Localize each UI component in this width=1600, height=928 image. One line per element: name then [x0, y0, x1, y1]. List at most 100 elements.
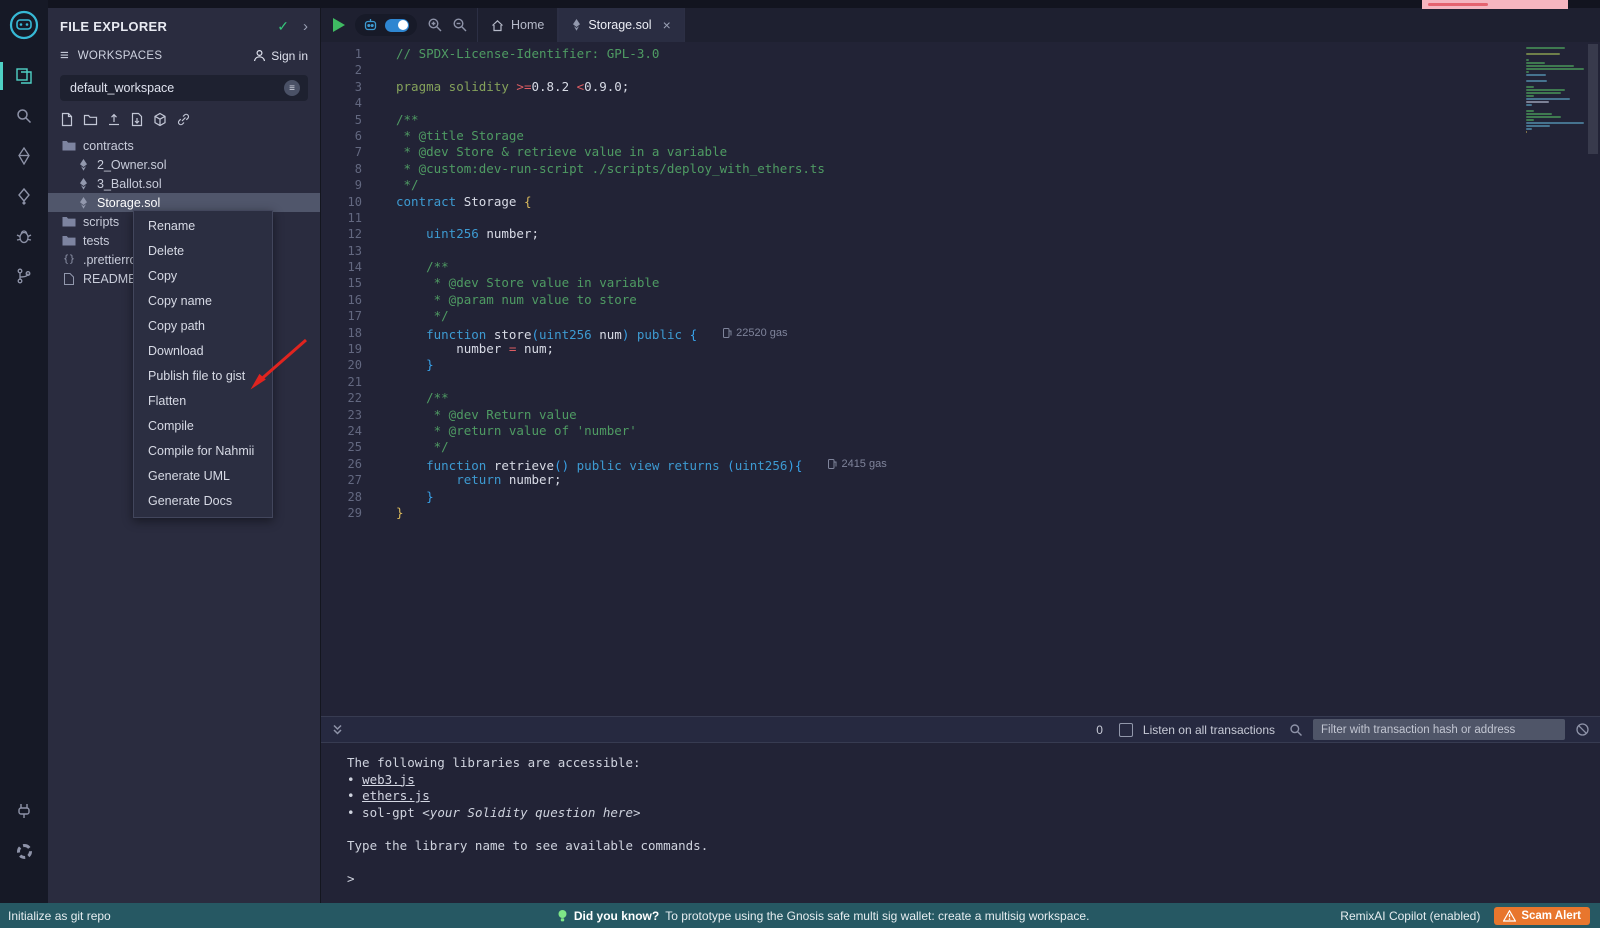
folder-open-icon [62, 140, 76, 151]
code-line [396, 243, 1600, 259]
import-file-icon[interactable] [130, 112, 144, 127]
context-menu-item-copy-name[interactable]: Copy name [134, 289, 272, 314]
tree-item-label: 2_Owner.sol [97, 158, 166, 172]
folder-icon [62, 216, 76, 227]
status-bar-right: RemixAI Copilot (enabled) Scam Alert [1340, 907, 1594, 925]
sidebar-item-debugger[interactable] [0, 216, 48, 256]
workspaces-menu-icon[interactable]: ≡ [60, 48, 69, 63]
tree-item-2-owner-sol[interactable]: 2_Owner.sol [48, 155, 320, 174]
code-line: * @custom:dev-run-script ./scripts/deplo… [396, 161, 1600, 177]
library-link[interactable]: ethers.js [362, 788, 430, 803]
new-folder-icon[interactable] [83, 113, 98, 127]
main-area: Home Storage.sol × 123456789101112131415… [320, 8, 1600, 903]
braces-icon: {} [62, 254, 76, 265]
upload-files-icon[interactable] [107, 112, 121, 127]
sidebar-item-plugin-manager[interactable] [0, 791, 48, 831]
line-number: 1 [321, 46, 376, 62]
terminal-line: Type the library name to see available c… [347, 838, 1600, 855]
tree-item-label: scripts [83, 215, 119, 229]
library-link[interactable]: web3.js [362, 772, 415, 787]
context-menu-item-compile[interactable]: Compile [134, 414, 272, 439]
code-line: * @param num value to store [396, 292, 1600, 308]
copilot-toggle[interactable] [385, 19, 409, 32]
code-line: uint256 number; [396, 226, 1600, 242]
context-menu-item-generate-docs[interactable]: Generate Docs [134, 489, 272, 514]
tree-item-label: .prettierro [83, 253, 137, 267]
tab-home[interactable]: Home [477, 8, 558, 42]
code-line [396, 210, 1600, 226]
activity-bar [0, 0, 48, 903]
zoom-out-icon[interactable] [452, 17, 468, 33]
tree-item-3-ballot-sol[interactable]: 3_Ballot.sol [48, 174, 320, 193]
context-menu-item-copy-path[interactable]: Copy path [134, 314, 272, 339]
file-explorer-header: FILE EXPLORER ✓ › [48, 8, 320, 43]
scrollbar-thumb[interactable] [1588, 44, 1598, 154]
line-number: 14 [321, 259, 376, 275]
close-tab-icon[interactable]: × [663, 17, 671, 33]
chevron-right-icon[interactable]: › [303, 18, 308, 35]
tree-item-label: contracts [83, 139, 134, 153]
line-number: 11 [321, 210, 376, 226]
sidebar-item-git[interactable] [0, 256, 48, 296]
copilot-status[interactable]: RemixAI Copilot (enabled) [1340, 909, 1480, 923]
sidebar-item-deploy-and-run[interactable] [0, 176, 48, 216]
workspace-options-icon[interactable]: ≡ [284, 80, 300, 96]
sign-in-button[interactable]: Sign in [253, 49, 308, 63]
clear-console-icon[interactable] [1575, 722, 1590, 737]
tip-text: To prototype using the Gnosis safe multi… [665, 909, 1089, 923]
line-number: 27 [321, 472, 376, 488]
line-number: 18 [321, 325, 376, 341]
editor-scrollbar[interactable] [1586, 42, 1600, 716]
terminal-output[interactable]: The following libraries are accessible:•… [321, 743, 1600, 903]
line-number: 10 [321, 194, 376, 210]
file-context-menu: RenameDeleteCopyCopy nameCopy pathDownlo… [133, 210, 273, 518]
expand-terminal-icon[interactable] [331, 723, 344, 736]
context-menu-item-delete[interactable]: Delete [134, 239, 272, 264]
sidebar-item-file-explorer[interactable] [0, 56, 48, 96]
line-number: 16 [321, 292, 376, 308]
sidebar-item-search[interactable] [0, 96, 48, 136]
context-menu-item-rename[interactable]: Rename [134, 214, 272, 239]
line-number: 3 [321, 79, 376, 95]
sol-icon [76, 159, 90, 171]
new-file-icon[interactable] [60, 112, 74, 127]
line-number: 13 [321, 243, 376, 259]
context-menu-item-flatten[interactable]: Flatten [134, 389, 272, 414]
home-icon [491, 19, 504, 32]
transaction-filter-input[interactable] [1313, 719, 1565, 740]
warning-icon [1503, 910, 1516, 922]
code-line: * @return value of 'number' [396, 423, 1600, 439]
context-menu-item-generate-uml[interactable]: Generate UML [134, 464, 272, 489]
scam-alert-button[interactable]: Scam Alert [1494, 907, 1590, 925]
tree-item-contracts[interactable]: contracts [48, 136, 320, 155]
workspace-select[interactable]: default_workspace ≡ [60, 75, 308, 101]
editor-minimap[interactable] [1522, 42, 1586, 134]
line-number: 5 [321, 112, 376, 128]
git-init-button[interactable]: Initialize as git repo [6, 909, 306, 923]
terminal-search-icon[interactable] [1289, 723, 1303, 737]
check-icon[interactable]: ✓ [277, 18, 289, 35]
link-icon[interactable] [176, 112, 191, 127]
listen-all-transactions-checkbox[interactable] [1119, 723, 1133, 737]
context-menu-item-publish-file-to-gist[interactable]: Publish file to gist [134, 364, 272, 389]
sidebar-item-settings[interactable] [0, 831, 48, 871]
remix-logo[interactable] [7, 8, 41, 42]
status-bar: Initialize as git repo Did you know? To … [0, 903, 1600, 928]
line-number: 19 [321, 341, 376, 357]
context-menu-item-download[interactable]: Download [134, 339, 272, 364]
recording-indicator-strip [1422, 0, 1568, 9]
sidebar-item-solidity-compiler[interactable] [0, 136, 48, 176]
line-number: 9 [321, 177, 376, 193]
code-line: /** [396, 259, 1600, 275]
zoom-in-icon[interactable] [427, 17, 443, 33]
remixai-copilot-pill [355, 14, 417, 36]
code-line: * @title Storage [396, 128, 1600, 144]
ipfs-cube-icon[interactable] [153, 112, 167, 127]
context-menu-item-copy[interactable]: Copy [134, 264, 272, 289]
code-line [396, 374, 1600, 390]
tab-storage-sol[interactable]: Storage.sol × [558, 8, 684, 42]
run-script-button[interactable] [333, 18, 345, 32]
context-menu-item-compile-for-nahmii[interactable]: Compile for Nahmii [134, 439, 272, 464]
code-editor[interactable]: 1234567891011121314151617181920212223242… [321, 42, 1600, 716]
line-number: 2 [321, 62, 376, 78]
